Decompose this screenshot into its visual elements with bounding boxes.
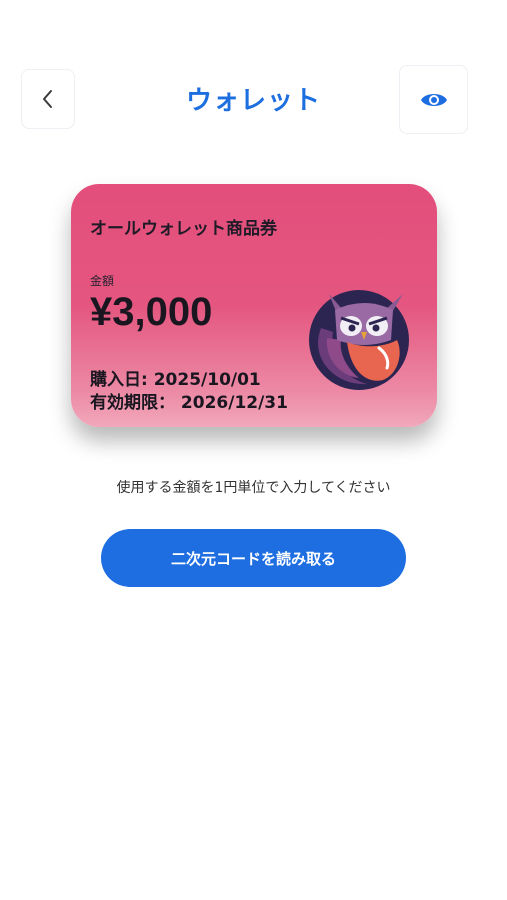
instruction-text: 使用する金額を1円単位で入力してください — [116, 480, 391, 496]
card-name: オールウォレット商品券 — [90, 219, 277, 239]
scan-qr-button[interactable]: 二次元コードを読み取る — [101, 529, 406, 587]
gift-card[interactable]: オールウォレット商品券 金額 ¥3,000 購入日: 2025/10/01 有効… — [71, 184, 437, 427]
purchase-date: 購入日: 2025/10/01 — [90, 370, 261, 390]
toggle-visibility-button[interactable] — [399, 65, 468, 134]
owl-logo — [309, 290, 409, 390]
amount-label: 金額 — [90, 274, 115, 288]
expiry-date: 有効期限： 2026/12/31 — [90, 393, 288, 413]
amount-value: ¥3,000 — [90, 290, 213, 334]
header: ウォレット — [0, 0, 507, 160]
eye-icon — [420, 93, 447, 106]
